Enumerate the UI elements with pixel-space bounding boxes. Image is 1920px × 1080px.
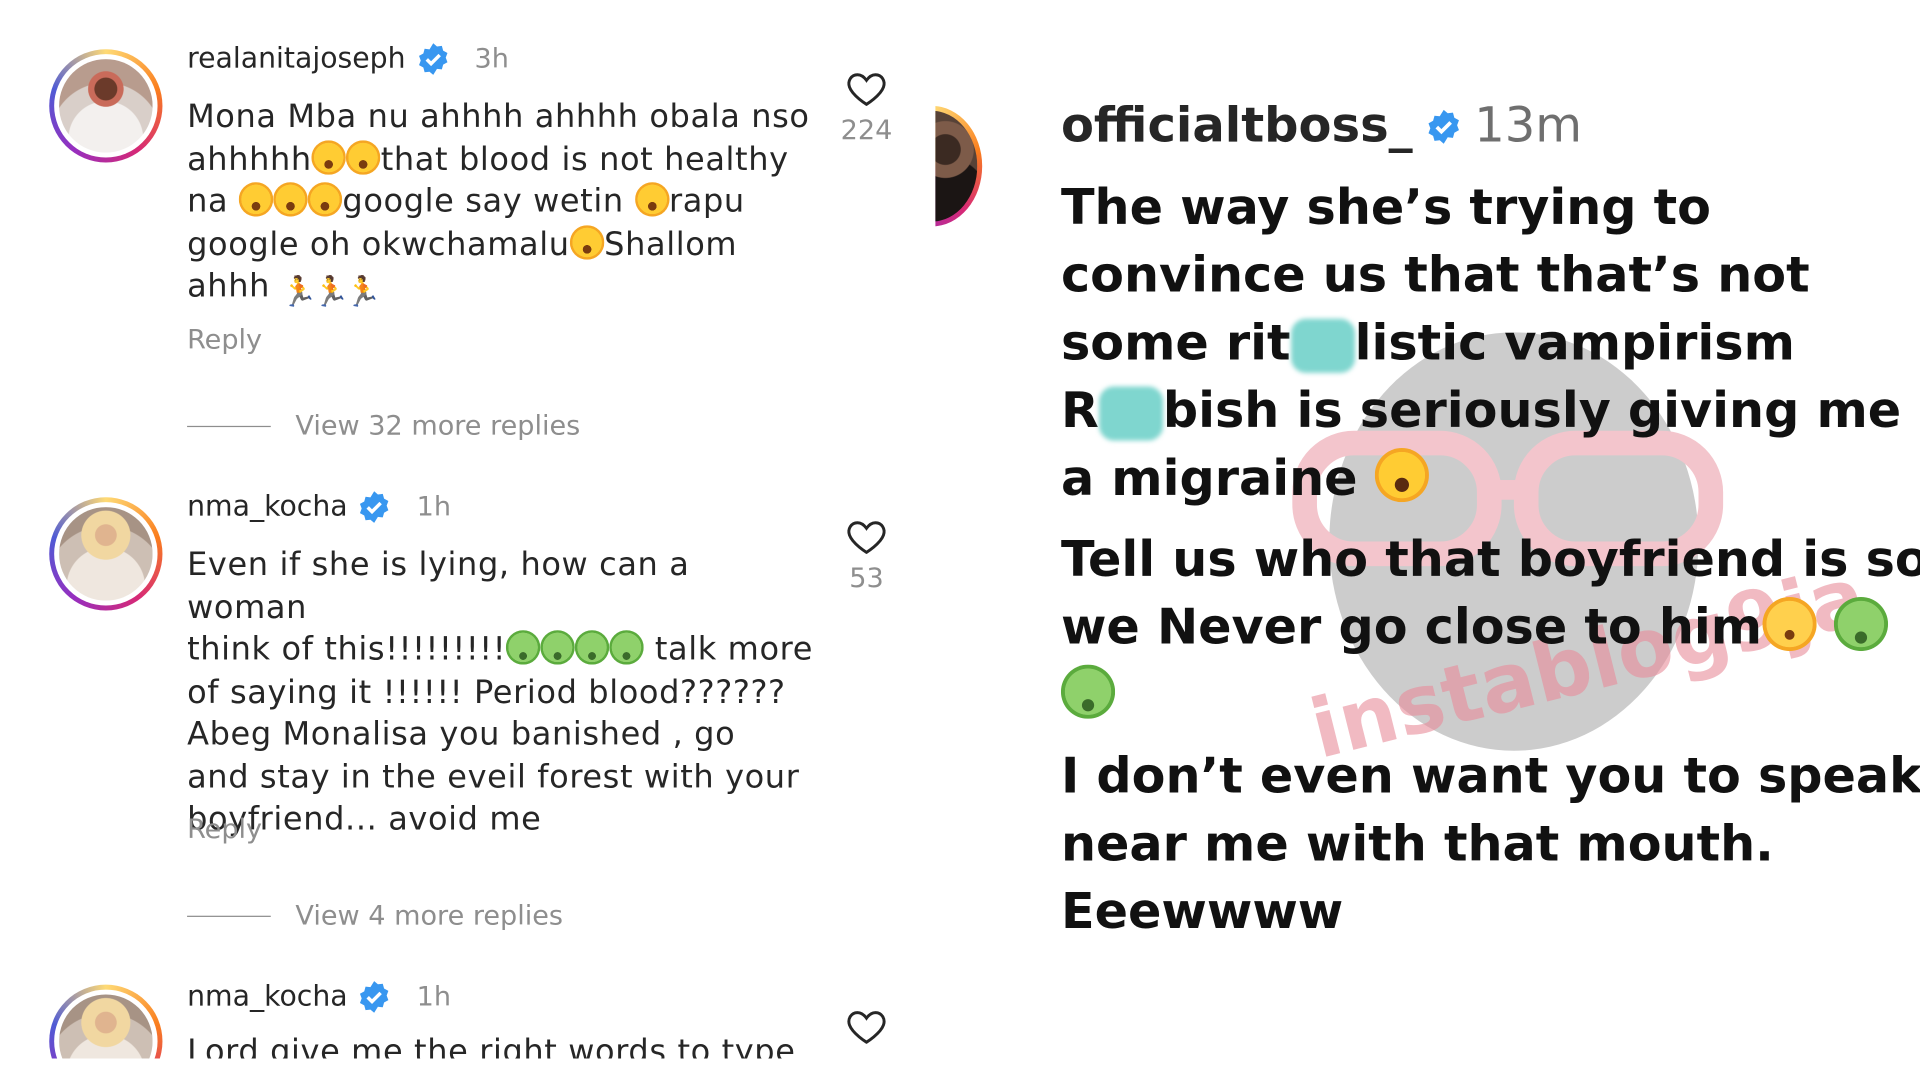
username[interactable]: nma_kocha [187, 981, 348, 1013]
like-control [837, 1004, 896, 1048]
comment-line: bish is seriously giving me [1162, 382, 1902, 440]
comment-line: Lord give me the right words to type [187, 1033, 796, 1059]
verified-badge-icon [1428, 109, 1459, 144]
comment-line: we Never go close to him [1060, 599, 1763, 657]
comment-line: Eeewwww [1060, 883, 1344, 941]
comment-header: officialtboss_ 13m [1061, 98, 1582, 153]
comment-line: The way she’s trying to [1060, 179, 1712, 237]
avatar[interactable] [935, 105, 983, 227]
comment-line: convince us that that’s not [1060, 247, 1810, 305]
sick-emoji [1833, 596, 1888, 652]
shocked-emoji [1374, 448, 1429, 503]
comment: nma_kocha 1h Lord give me the right word… [0, 0, 911, 1059]
comment-time: 1h [416, 981, 451, 1013]
comment-header: nma_kocha 1h [187, 980, 451, 1014]
comment-line: a migraine [1060, 450, 1375, 508]
comment-text: I don’t even want you to speak near me w… [1060, 743, 1920, 946]
username[interactable]: officialtboss_ [1061, 98, 1413, 153]
heart-icon[interactable] [844, 1004, 888, 1048]
sick-emoji [1060, 664, 1116, 719]
comment-line: some rit [1060, 315, 1291, 372]
comment-text: The way she’s trying to convince us that… [1061, 175, 1910, 513]
avatar[interactable] [49, 984, 163, 1059]
comment-text: Tell us who that boyfriend is so we Neve… [1060, 527, 1920, 730]
comment-line: I don’t even want you to speak [1060, 748, 1920, 805]
comment-time: 13m [1474, 98, 1583, 154]
comment-line: Tell us who that boyfriend is so [1060, 531, 1920, 589]
comment-line: R [1060, 382, 1099, 440]
zoomed-comment-panel: instablog9ja officialtboss_ 13m The way … [935, 0, 1920, 1079]
comment-text: Lord give me the right words to type [187, 1031, 815, 1059]
comments-panel: realanitajoseph 3h Mona Mba nu ahhhh ahh… [0, 0, 935, 1079]
comment-line: listic vampirism [1354, 315, 1795, 372]
verified-badge-icon [360, 981, 389, 1013]
comment-line: near me with that mouth. [1060, 816, 1774, 873]
censor-blur [1290, 318, 1355, 373]
censor-blur [1098, 386, 1163, 441]
woozy-emoji [1762, 596, 1817, 652]
